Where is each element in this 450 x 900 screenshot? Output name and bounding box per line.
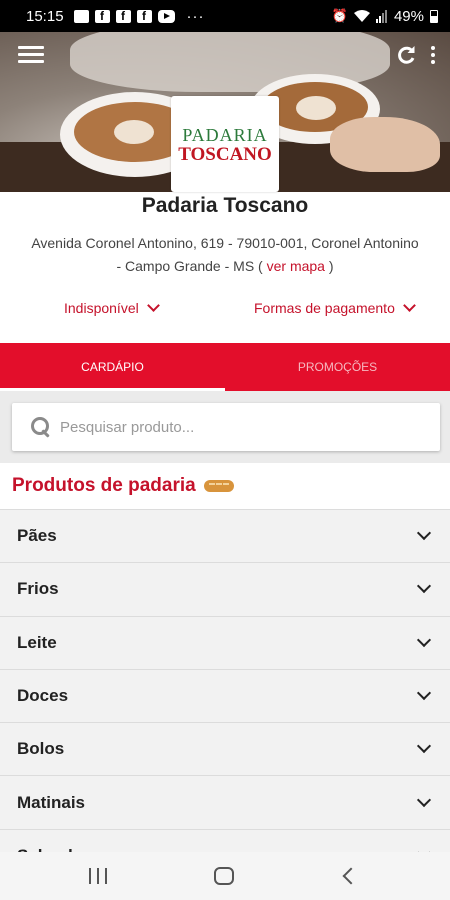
battery-percentage: 49% (393, 7, 424, 25)
chevron-down-icon (146, 298, 160, 312)
youtube-notification-icon (157, 9, 175, 23)
category-label: Frios (17, 579, 59, 599)
more-options-icon[interactable] (426, 44, 440, 66)
search-box[interactable] (12, 403, 440, 451)
search-input[interactable] (60, 418, 400, 436)
home-icon[interactable] (214, 867, 234, 885)
chevron-down-icon (416, 739, 432, 754)
chevron-down-icon (402, 298, 416, 312)
category-item-bolos[interactable]: Bolos (0, 722, 450, 776)
availability-dropdown[interactable]: Indisponível (64, 298, 160, 316)
section-title: Produtos de padaria (12, 475, 234, 497)
tab-bar: CARDÁPIO PROMOÇÕES (0, 343, 450, 391)
more-notifications-indicator: ··· (186, 7, 205, 25)
store-name: Padaria Toscano (141, 194, 309, 217)
payment-methods-dropdown[interactable]: Formas de pagamento (254, 298, 416, 316)
chevron-down-icon (416, 526, 432, 541)
tab-promotions[interactable]: PROMOÇÕES (225, 343, 450, 391)
section-title-text: Produtos de padaria (12, 475, 196, 496)
category-label: Leite (17, 632, 57, 652)
refresh-icon[interactable] (395, 44, 417, 66)
category-label: Doces (17, 686, 69, 706)
address-text: Avenida Coronel Antonino, 619 - 79010-00… (31, 235, 419, 274)
store-address: Avenida Coronel Antonino, 619 - 79010-00… (30, 232, 420, 278)
category-item-matinais[interactable]: Matinais (0, 775, 450, 829)
category-item-doces[interactable]: Doces (0, 668, 450, 723)
logo-text-top: PADARIA (182, 124, 268, 145)
category-label: Matinais (17, 792, 86, 812)
status-bar: 15:15 f f f ··· ⏰ 49% (0, 0, 450, 32)
availability-label: Indisponível (64, 300, 139, 316)
chevron-down-icon (416, 632, 432, 647)
logo-text-bottom: TOSCANO (178, 143, 272, 165)
store-logo: PADARIA TOSCANO (171, 96, 279, 192)
address-end: ) (328, 258, 334, 274)
search-icon (30, 416, 52, 438)
category-label: Bolos (17, 739, 65, 759)
battery-icon (430, 9, 438, 23)
wifi-icon (353, 9, 370, 22)
chevron-down-icon (416, 792, 432, 807)
alarm-icon: ⏰ (331, 8, 348, 23)
chevron-down-icon (416, 579, 432, 594)
back-icon[interactable] (342, 867, 360, 885)
category-item-leite[interactable]: Leite (0, 615, 450, 669)
chevron-down-icon (416, 685, 432, 701)
category-label: Pães (17, 526, 57, 546)
category-list: Pães Frios Leite Doces Bolos Matinais Sa… (0, 509, 450, 883)
menu-icon[interactable] (18, 46, 44, 64)
tab-label: CARDÁPIO (81, 360, 144, 374)
view-map-link[interactable]: ver mapa (267, 258, 325, 274)
payment-methods-label: Formas de pagamento (254, 300, 395, 316)
status-time: 15:15 (26, 7, 64, 25)
system-navigation-bar (0, 852, 450, 900)
facebook-notification-icon: f (115, 9, 131, 23)
bread-icon (203, 480, 234, 492)
recent-apps-icon[interactable] (89, 866, 107, 886)
tab-menu[interactable]: CARDÁPIO (0, 343, 225, 391)
facebook-notification-icon: f (94, 9, 110, 23)
category-item-frios[interactable]: Frios (0, 562, 450, 616)
category-item-paes[interactable]: Pães (0, 509, 450, 563)
search-area (0, 391, 450, 463)
hand-image (330, 117, 440, 172)
tab-label: PROMOÇÕES (297, 360, 378, 374)
message-notification-icon (73, 9, 89, 23)
signal-icon (375, 9, 387, 23)
facebook-notification-icon: f (136, 9, 152, 23)
